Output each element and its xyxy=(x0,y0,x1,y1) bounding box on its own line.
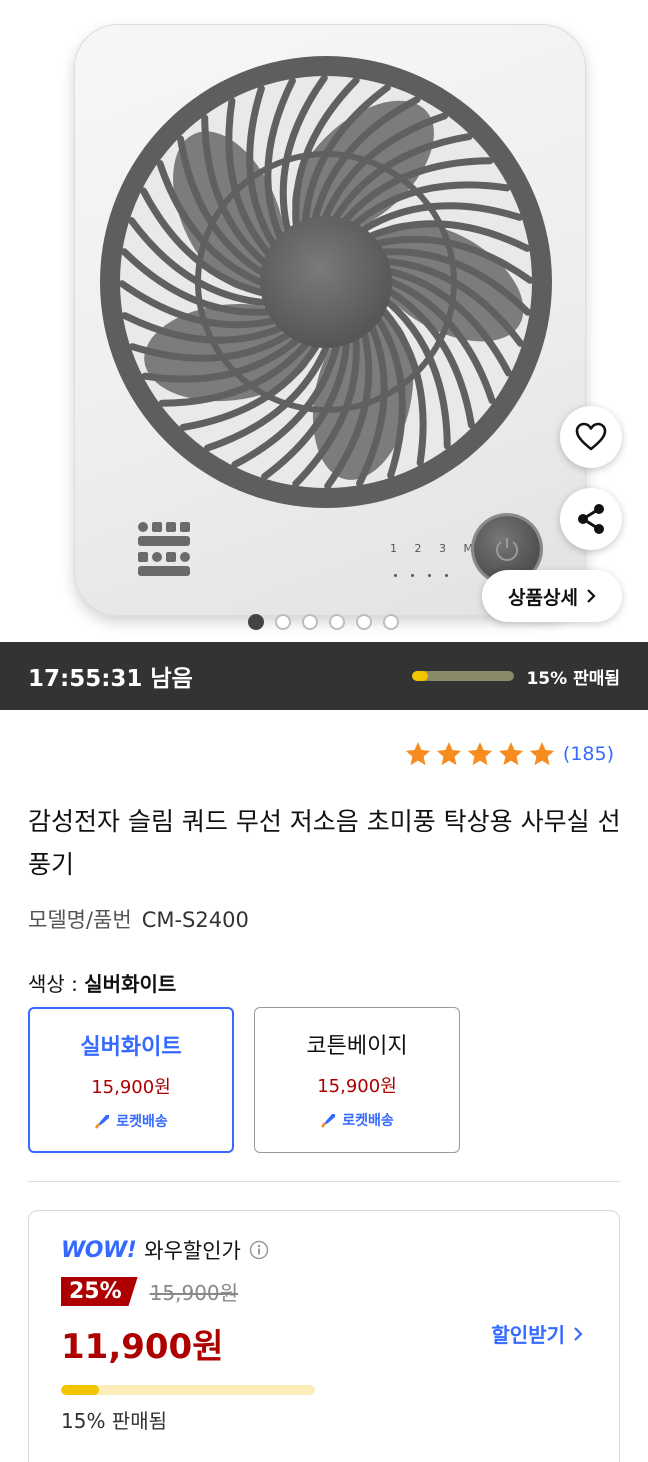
sold-progress-bar xyxy=(412,671,515,681)
share-icon xyxy=(578,504,604,534)
rocket-delivery-badge: 로켓배송 xyxy=(30,1111,232,1131)
selected-color: 실버화이트 xyxy=(84,972,177,996)
option-name: 코튼베이지 xyxy=(306,1034,408,1059)
carousel-dot[interactable] xyxy=(302,614,318,630)
time-remaining: 17:55:31 남음 xyxy=(28,666,193,692)
product-image-carousel[interactable]: 1 2 3 M 상품상세 xyxy=(0,0,648,642)
sold-progress-fill xyxy=(412,671,428,681)
star-icon xyxy=(529,742,555,766)
speed-labels: 1 2 3 M xyxy=(390,542,480,555)
color-option-silver-white[interactable]: 실버화이트 15,900원 로켓배송 xyxy=(28,1007,234,1153)
option-name: 실버화이트 xyxy=(80,1035,182,1060)
rating[interactable]: (185) xyxy=(404,740,614,768)
rocket-delivery-badge: 로켓배송 xyxy=(255,1110,459,1130)
sale-price: 11,900원 xyxy=(61,1327,224,1367)
star-icon xyxy=(498,742,524,766)
deal-countdown-bar: 17:55:31 남음 15% 판매됨 xyxy=(0,642,648,710)
star-icon xyxy=(436,742,462,766)
star-icon xyxy=(467,742,493,766)
rocket-icon xyxy=(321,1114,336,1128)
option-price: 15,900원 xyxy=(91,1077,171,1098)
original-price: 15,900원 xyxy=(149,1281,239,1305)
carousel-dot[interactable] xyxy=(248,614,264,630)
speed-indicator-dots xyxy=(394,562,462,581)
option-price: 15,900원 xyxy=(317,1076,397,1097)
discount-row: 25% 15,900원 xyxy=(61,1277,238,1306)
carousel-indicator[interactable] xyxy=(248,614,399,630)
section-divider xyxy=(28,1181,620,1182)
get-discount-button[interactable]: 할인받기 xyxy=(491,1319,583,1348)
model-value: CM-S2400 xyxy=(141,908,249,932)
model-label: 모델명/품번 xyxy=(28,908,132,932)
carousel-dot[interactable] xyxy=(329,614,345,630)
get-discount-label: 할인받기 xyxy=(491,1323,565,1347)
review-count[interactable]: (185) xyxy=(563,743,614,765)
carousel-dot[interactable] xyxy=(275,614,291,630)
rocket-icon xyxy=(95,1115,110,1129)
wow-sold-progress-bar xyxy=(61,1385,315,1395)
carousel-dot[interactable] xyxy=(383,614,399,630)
wow-logo: WOW! xyxy=(61,1237,137,1263)
wow-label: 와우할인가 xyxy=(144,1239,241,1263)
wow-sold-label: 15% 판매됨 xyxy=(61,1409,168,1433)
option-shipping: 로켓배송 xyxy=(342,1113,394,1129)
heart-outline-icon xyxy=(575,422,607,451)
fan-grille-illustration xyxy=(100,56,552,508)
chevron-right-icon xyxy=(587,589,596,603)
color-label-prefix: 색상 : xyxy=(28,972,85,996)
color-option-label: 색상 : 실버화이트 xyxy=(28,968,176,997)
product-detail-label: 상품상세 xyxy=(508,586,578,609)
carousel-dot[interactable] xyxy=(356,614,372,630)
star-icon xyxy=(405,742,431,766)
info-icon[interactable] xyxy=(249,1240,269,1260)
wishlist-button[interactable] xyxy=(560,406,622,468)
wow-sold-progress-fill xyxy=(61,1385,100,1395)
color-option-cotton-beige[interactable]: 코튼베이지 15,900원 로켓배송 xyxy=(254,1007,460,1153)
chevron-right-icon xyxy=(574,1326,583,1341)
wow-price-card: WOW! 와우할인가 25% 15,900원 11,900원 할인받기 15% … xyxy=(28,1210,620,1462)
product-title: 감성전자 슬림 쿼드 무선 저소음 초미풍 탁상용 사무실 선풍기 xyxy=(28,807,621,879)
product-detail-button[interactable]: 상품상세 xyxy=(482,570,622,622)
share-button[interactable] xyxy=(560,488,622,550)
option-shipping: 로켓배송 xyxy=(116,1114,168,1130)
rating-stars xyxy=(404,740,556,768)
sold-percent-label: 15% 판매됨 xyxy=(526,668,620,689)
brand-logo xyxy=(138,522,190,576)
wow-header: WOW! 와우할인가 xyxy=(61,1235,269,1265)
model-number: 모델명/품번 CM-S2400 xyxy=(28,904,249,934)
discount-rate-badge: 25% xyxy=(61,1277,138,1306)
